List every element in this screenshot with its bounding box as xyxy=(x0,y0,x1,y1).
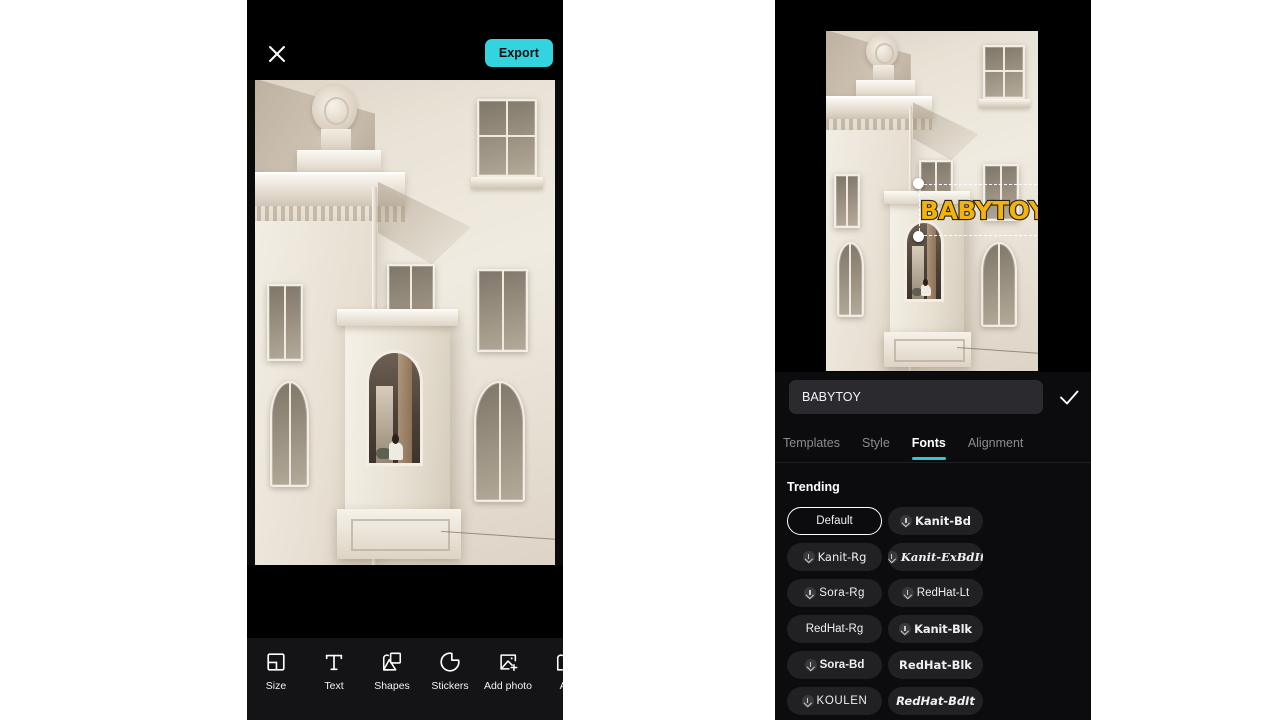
left-top-bar: Export xyxy=(247,0,563,80)
download-icon xyxy=(802,551,815,563)
bay-window xyxy=(336,308,461,560)
tool-shapes[interactable]: Shapes xyxy=(363,651,421,692)
tool-add-photo[interactable]: Add photo xyxy=(479,651,537,692)
text-input-row: BABYTOY xyxy=(775,380,1091,418)
shapes-icon xyxy=(381,651,403,673)
font-chip[interactable]: RedHat-Lt xyxy=(888,579,983,607)
download-icon xyxy=(804,587,817,599)
add-more-icon xyxy=(555,651,563,673)
font-chip[interactable]: Kanit-Rg xyxy=(787,543,882,571)
download-icon xyxy=(888,551,898,563)
tool-size[interactable]: Size xyxy=(247,651,305,692)
add-photo-icon xyxy=(497,651,519,673)
font-chip[interactable]: Kanit-ExBdIt xyxy=(888,543,983,571)
download-icon xyxy=(901,587,914,599)
font-chip-label: Kanit-ExBdIt xyxy=(900,550,983,564)
left-editor-canvas[interactable] xyxy=(255,80,555,565)
tab-alignment[interactable]: Alignment xyxy=(968,436,1024,460)
font-chip-label: RedHat-Rg xyxy=(805,623,864,635)
font-chip-label: RedHat-BdIt xyxy=(896,694,975,708)
download-icon xyxy=(899,623,912,635)
font-chip-label: RedHat-Blk xyxy=(899,658,972,672)
size-icon xyxy=(265,651,287,673)
tool-label: Size xyxy=(265,680,287,692)
tool-label: Stickers xyxy=(431,680,469,692)
building-photo xyxy=(255,80,555,565)
font-chip[interactable]: RedHat-BdIt xyxy=(888,687,983,715)
text-object-value: BABYTOY xyxy=(919,194,1038,225)
font-chip[interactable]: Default xyxy=(787,507,882,535)
tabs-divider xyxy=(775,462,1091,463)
selected-text-object[interactable]: BABYTOY xyxy=(913,178,1038,242)
font-chip[interactable]: RedHat-Blk xyxy=(888,651,983,679)
tab-templates[interactable]: Templates xyxy=(783,436,840,460)
tool-label: Shapes xyxy=(374,680,410,692)
resize-handle-bottom-left[interactable] xyxy=(913,231,924,242)
left-phone-screen: Export Size Text Shapes Stickers Add pho… xyxy=(247,0,563,720)
font-chip-label: KOULEN xyxy=(816,695,868,707)
tool-label: Add photo xyxy=(484,680,532,692)
font-chip[interactable]: RedHat-Rg xyxy=(787,615,882,643)
text-input[interactable]: BABYTOY xyxy=(789,380,1043,414)
font-chip[interactable]: Sora-Bd xyxy=(787,651,882,679)
font-chip-label: Sora-Rg xyxy=(819,587,865,599)
font-chip[interactable]: KOULEN xyxy=(787,687,882,715)
font-chip-label: Default xyxy=(816,515,853,527)
close-icon[interactable] xyxy=(265,42,289,66)
download-icon xyxy=(899,515,912,527)
tab-fonts[interactable]: Fonts xyxy=(911,436,946,460)
tool-stickers[interactable]: Stickers xyxy=(421,651,479,692)
panel-tabs: Templates Style Fonts Alignment xyxy=(775,432,1091,463)
export-button[interactable]: Export xyxy=(484,39,553,67)
editor-toolbar: Size Text Shapes Stickers Add photo xyxy=(247,638,563,720)
font-chip[interactable]: Kanit-Bd xyxy=(888,507,983,535)
font-chip-label: RedHat-Lt xyxy=(916,587,970,599)
font-chip-label: Sora-Bd xyxy=(819,659,865,671)
download-icon xyxy=(801,695,814,707)
font-chip[interactable]: Kanit-Blk xyxy=(888,615,983,643)
resize-handle-top-left[interactable] xyxy=(913,178,924,189)
font-chip-label: Kanit-Blk xyxy=(914,622,972,636)
font-chip-label: Kanit-Rg xyxy=(817,550,867,564)
tool-label: Text xyxy=(324,680,344,692)
tool-add-more[interactable]: Ad xyxy=(537,651,563,692)
font-chip-label: Kanit-Bd xyxy=(914,514,972,528)
section-title-trending: Trending xyxy=(787,480,840,494)
tool-label: Ad xyxy=(560,680,563,692)
right-editor-canvas[interactable]: BABYTOY xyxy=(826,31,1038,371)
font-list: Default Kanit-Bd Kanit-Rg Kanit-ExBdIt Sora-… xyxy=(787,507,1083,720)
stickers-icon xyxy=(439,651,461,673)
right-phone-screen: BABYTOY BABYTOY Templates Style Fonts Al… xyxy=(775,0,1091,720)
check-icon[interactable] xyxy=(1057,385,1081,409)
tool-text[interactable]: Text xyxy=(305,651,363,692)
screenshot-root: Export Size Text Shapes Stickers Add pho… xyxy=(0,0,1280,720)
text-icon xyxy=(323,651,345,673)
tab-style[interactable]: Style xyxy=(862,436,890,460)
download-icon xyxy=(804,659,817,671)
font-chip[interactable]: Sora-Rg xyxy=(787,579,882,607)
